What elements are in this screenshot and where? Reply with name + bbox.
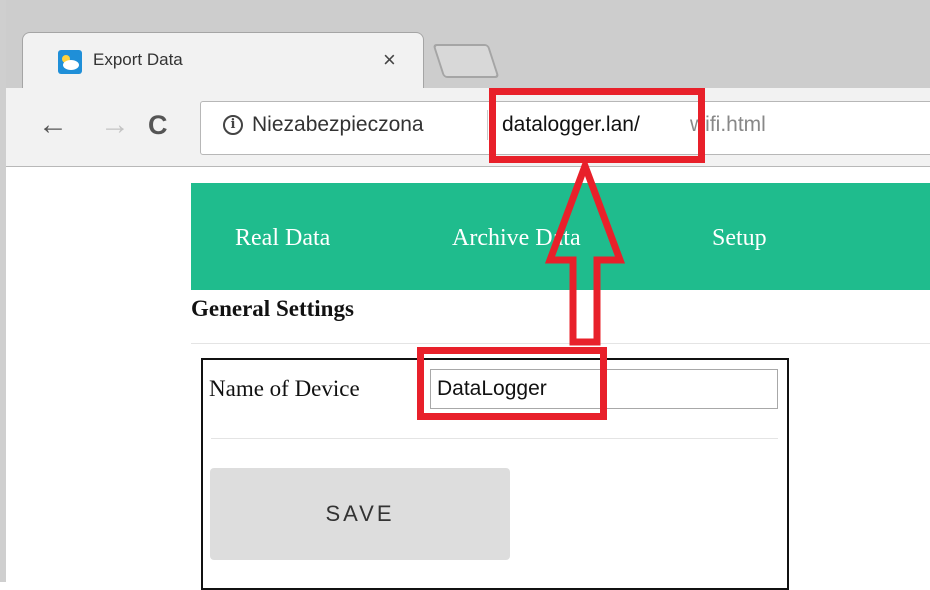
annotation-highlight-input	[417, 347, 607, 420]
cloud-sun-icon	[58, 50, 82, 74]
nav-link-real-data[interactable]: Real Data	[235, 225, 330, 252]
new-tab-button[interactable]	[432, 44, 500, 78]
tab-close-icon[interactable]: ×	[383, 47, 396, 73]
device-name-label: Name of Device	[209, 376, 360, 401]
url-divider	[487, 110, 488, 140]
back-arrow-icon[interactable]: ←	[38, 108, 68, 142]
forward-arrow-icon[interactable]: →	[100, 108, 130, 142]
save-button[interactable]: SAVE	[210, 468, 510, 560]
form-divider	[211, 438, 778, 439]
info-icon[interactable]: i	[223, 115, 243, 135]
section-title: General Settings	[191, 296, 354, 321]
nav-link-setup[interactable]: Setup	[712, 225, 767, 252]
annotation-arrow	[544, 160, 626, 346]
reload-icon[interactable]: C	[148, 110, 168, 141]
tab-title: Export Data	[93, 50, 183, 69]
annotation-highlight-url	[489, 88, 705, 163]
browser-tab-active[interactable]	[22, 32, 424, 91]
security-label: Niezabezpieczona	[252, 113, 424, 136]
